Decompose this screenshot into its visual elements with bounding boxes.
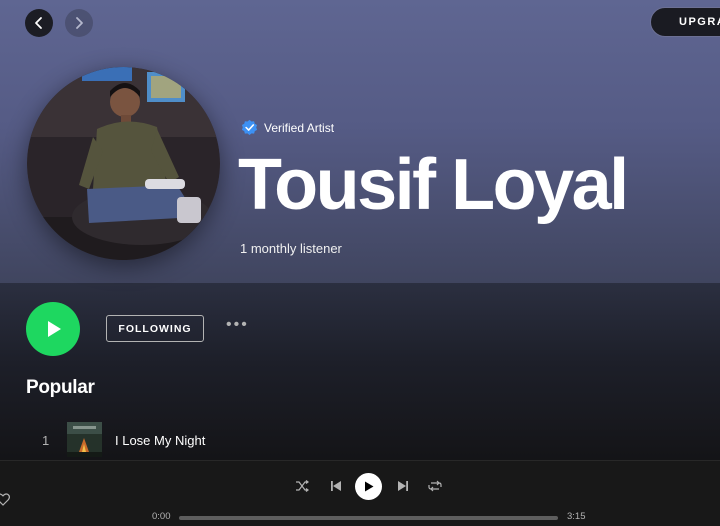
chevron-left-icon [35, 17, 42, 29]
shuffle-icon [296, 480, 309, 492]
player-play-button[interactable] [355, 473, 382, 500]
track-album-art [67, 422, 102, 457]
following-button[interactable]: FOLLOWING [106, 315, 204, 342]
artist-avatar [27, 67, 220, 260]
play-icon [365, 481, 374, 492]
verified-label: Verified Artist [264, 120, 335, 135]
track-row[interactable]: 1 I Lose My Night [0, 422, 720, 458]
monthly-listeners: 1 monthly listener [240, 241, 342, 256]
heart-icon[interactable] [0, 493, 10, 506]
play-button[interactable] [26, 302, 80, 356]
verified-artist-badge: Verified Artist [241, 119, 334, 136]
verified-check-icon [241, 119, 258, 135]
more-options-button[interactable]: ••• [226, 317, 249, 333]
skip-forward-icon [398, 481, 408, 491]
play-icon [48, 321, 61, 337]
now-playing-bar: 0:00 3:15 [0, 460, 720, 526]
shuffle-button[interactable] [294, 478, 310, 494]
total-time: 3:15 [567, 511, 586, 522]
artist-name: Tousif Loyal [238, 145, 629, 225]
next-button[interactable] [395, 478, 411, 494]
popular-heading: Popular [26, 377, 95, 398]
track-number: 1 [42, 433, 50, 448]
upgrade-button[interactable]: UPGRADE [650, 7, 720, 37]
back-button[interactable] [25, 9, 53, 37]
previous-button[interactable] [328, 478, 344, 494]
repeat-icon [428, 480, 442, 492]
forward-button[interactable] [65, 9, 93, 37]
repeat-button[interactable] [427, 478, 443, 494]
chevron-right-icon [76, 17, 83, 29]
current-time: 0:00 [152, 511, 171, 522]
skip-back-icon [331, 481, 341, 491]
playback-progress-bar[interactable] [179, 516, 558, 520]
track-title: I Lose My Night [115, 433, 206, 448]
